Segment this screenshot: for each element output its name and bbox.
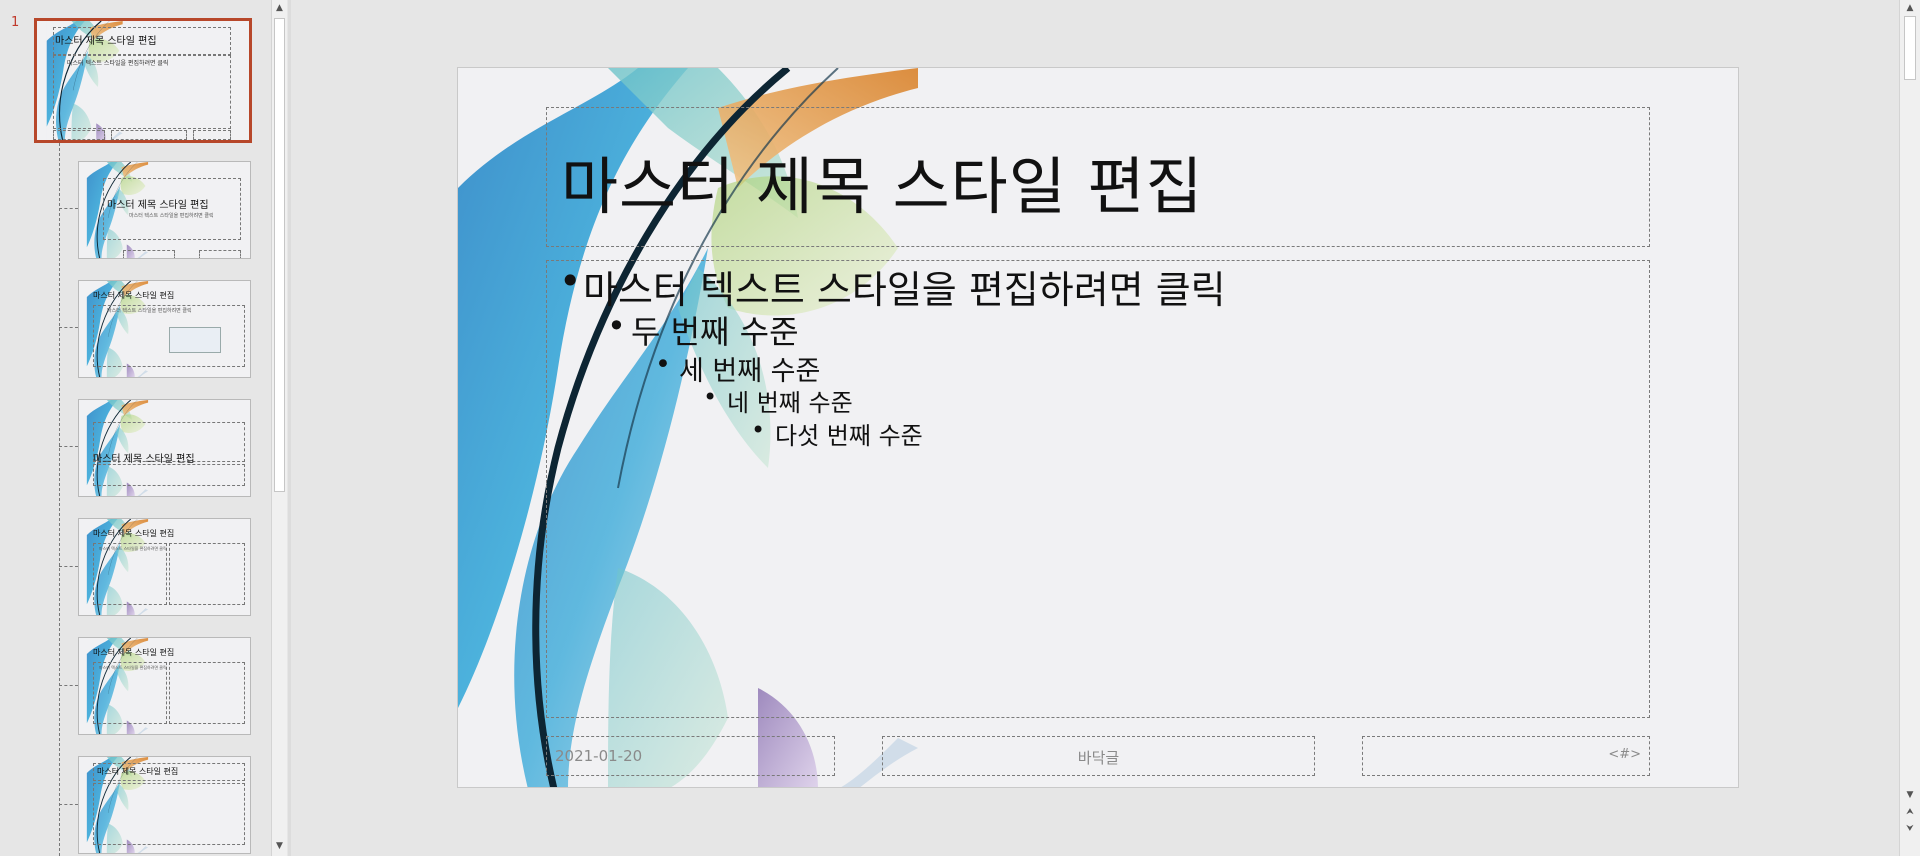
thumb-title: 마스터 제목 스타일 편집 [55, 36, 157, 47]
page-number-placeholder [199, 250, 241, 258]
pane-splitter[interactable] [288, 0, 291, 856]
layout-connector [59, 143, 61, 856]
thumb-subtitle: 마스터 텍스트 스타일을 편집하려면 클릭 [99, 546, 167, 551]
layout-connector-branch [59, 804, 78, 805]
scrollbar-thumb[interactable] [274, 18, 285, 492]
text-level-4: 네 번째 수준 [703, 383, 853, 418]
page-number: <#> [1608, 747, 1641, 762]
content-placeholder [93, 783, 245, 845]
thumbnail-scrollbar[interactable]: ▲ ▼ [271, 0, 287, 856]
scroll-up-icon[interactable]: ▲ [272, 1, 287, 16]
slide-scrollbar[interactable]: ▲ ▼ ⮝ ⮟ [1899, 0, 1920, 856]
page-number-placeholder[interactable]: <#> [1362, 736, 1650, 776]
slide-thumbnail-pane: 1 마스터 제목 스타일 편집 마스터 텍스트 스타일을 편집하려면 클릭 마스… [0, 0, 270, 856]
content-placeholder-left [93, 662, 167, 724]
slide-number: 1 [11, 15, 20, 30]
date-placeholder [53, 130, 105, 140]
content-placeholder-right [169, 662, 245, 724]
layout-thumbnail-2[interactable]: 마스터 제목 스타일 편집 마스터 텍스트 스타일을 편집하려면 클릭 [78, 280, 251, 378]
thumb-title: 마스터 제목 스타일 편집 [97, 767, 179, 776]
layout-connector-branch [59, 208, 78, 209]
layout-thumbnail-5[interactable]: 마스터 제목 스타일 편집 마스터 텍스트 스타일을 편집하려면 클릭 [78, 637, 251, 735]
layout-thumbnail-6[interactable]: 마스터 제목 스타일 편집 [78, 756, 251, 854]
previous-slide-icon[interactable]: ⮝ [1900, 805, 1920, 819]
layout-connector-branch [59, 566, 78, 567]
thumb-subtitle: 마스터 텍스트 스타일을 편집하려면 클릭 [107, 308, 192, 314]
content-placeholder[interactable]: 마스터 텍스트 스타일을 편집하려면 클릭 두 번째 수준 세 번째 수준 네 … [546, 259, 1650, 718]
thumb-subtitle: 마스터 텍스트 스타일을 편집하려면 클릭 [67, 60, 169, 67]
scrollbar-thumb[interactable] [1904, 16, 1916, 80]
content-placeholder-right [169, 543, 245, 605]
content-icons [169, 327, 221, 353]
footer-placeholder[interactable]: 바닥글 [882, 736, 1315, 776]
date-placeholder[interactable]: 2021-01-20 [546, 736, 835, 776]
content-placeholder-left [93, 543, 167, 605]
thumb-subtitle: 마스터 텍스트 스타일을 편집하려면 클릭 [129, 213, 214, 219]
thumb-title: 마스터 제목 스타일 편집 [93, 648, 175, 657]
footer-date: 2021-01-20 [555, 747, 643, 765]
thumb-subtitle: 마스터 텍스트 스타일을 편집하려면 클릭 [99, 665, 167, 670]
layout-thumbnail-4[interactable]: 마스터 제목 스타일 편집 마스터 텍스트 스타일을 편집하려면 클릭 [78, 518, 251, 616]
layout-thumbnail-1[interactable]: 마스터 제목 스타일 편집 마스터 텍스트 스타일을 편집하려면 클릭 [78, 161, 251, 259]
layout-connector-branch [59, 685, 78, 686]
scroll-down-icon[interactable]: ▼ [1900, 788, 1920, 802]
text-level-5: 다섯 번째 수준 [751, 416, 923, 451]
footer-placeholder [111, 130, 187, 140]
thumb-title: 마스터 제목 스타일 편집 [93, 291, 175, 300]
text-level-1: 마스터 텍스트 스타일을 편집하려면 클릭 [559, 259, 1226, 314]
thumb-title: 마스터 제목 스타일 편집 [93, 529, 175, 538]
thumb-title: 마스터 제목 스타일 편집 [107, 200, 209, 211]
page-number-placeholder [193, 130, 231, 140]
slide-master-canvas[interactable]: 마스터 제목 스타일 편집 마스터 텍스트 스타일을 편집하려면 클릭 두 번째… [457, 67, 1739, 788]
layout-thumbnail-3[interactable]: 마스터 제목 스타일 편집 [78, 399, 251, 497]
scroll-down-icon[interactable]: ▼ [272, 839, 287, 854]
slide-title: 마스터 제목 스타일 편집 [561, 150, 1204, 223]
footer-text: 바닥글 [1077, 749, 1120, 767]
next-slide-icon[interactable]: ⮟ [1900, 822, 1920, 836]
title-placeholder[interactable]: 마스터 제목 스타일 편집 [546, 107, 1650, 247]
layout-connector-branch [59, 446, 78, 447]
content-placeholder [93, 464, 245, 486]
footer-placeholder [123, 250, 175, 258]
thumb-title: 마스터 제목 스타일 편집 [93, 454, 195, 465]
layout-connector-branch [59, 327, 78, 328]
text-level-2: 두 번째 수준 [607, 307, 798, 353]
scroll-up-icon[interactable]: ▲ [1900, 1, 1920, 15]
slide-master-thumbnail[interactable]: 마스터 제목 스타일 편집 마스터 텍스트 스타일을 편집하려면 클릭 [34, 18, 252, 143]
